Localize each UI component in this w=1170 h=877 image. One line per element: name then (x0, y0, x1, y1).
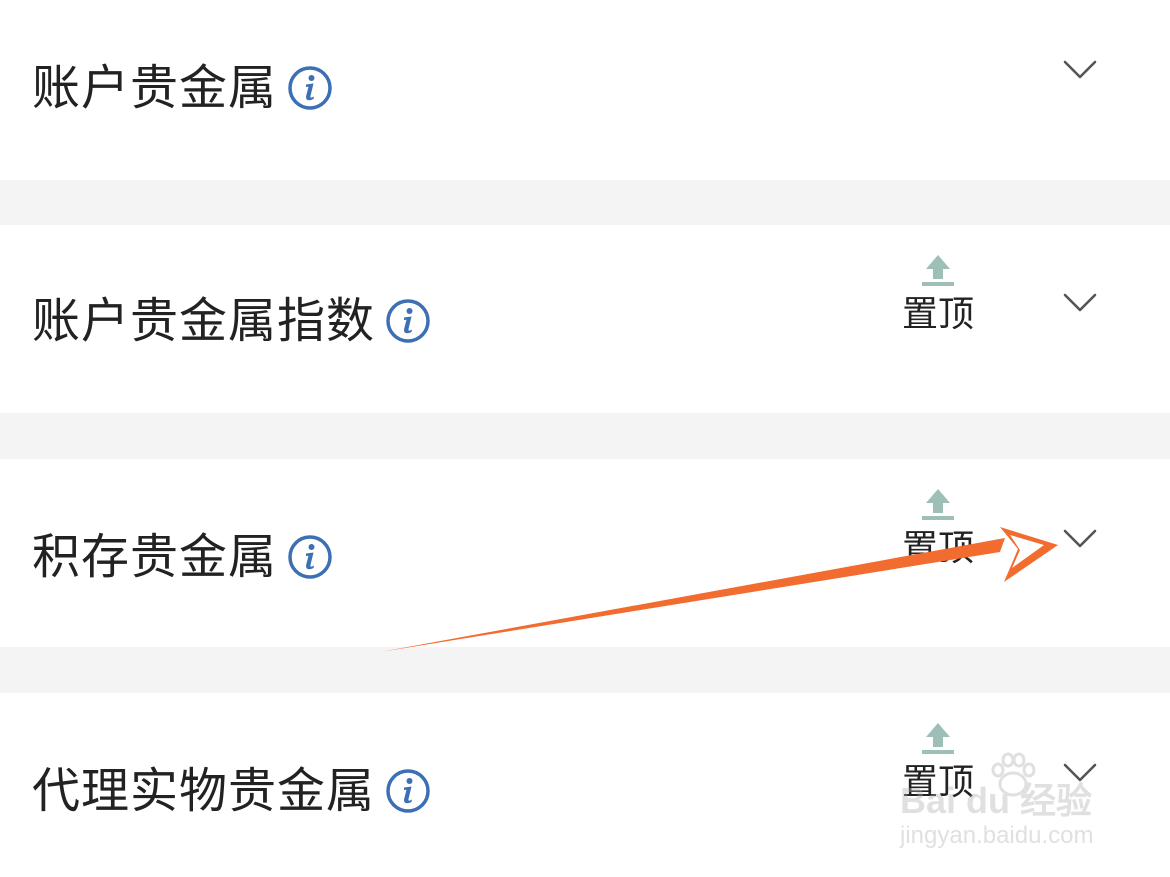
pin-to-top-icon (920, 721, 956, 755)
pin-to-top-button[interactable]: 置顶 (896, 253, 980, 343)
info-icon[interactable] (385, 768, 431, 814)
info-icon[interactable] (287, 534, 333, 580)
info-icon[interactable] (385, 298, 431, 344)
item-title: 代理实物贵金属 (32, 763, 376, 819)
item-title-row: 代理实物贵金属 (32, 761, 431, 821)
list-item-accumulated-precious-metal[interactable]: 积存贵金属 置顶 (0, 459, 1170, 647)
chevron-down-icon[interactable] (1062, 761, 1098, 785)
chevron-down-icon[interactable] (1062, 58, 1098, 82)
item-title: 积存贵金属 (32, 529, 278, 585)
item-title-row: 账户贵金属指数 (32, 291, 431, 351)
info-icon[interactable] (287, 65, 333, 111)
item-title: 账户贵金属指数 (32, 293, 376, 349)
item-title-row: 积存贵金属 (32, 527, 333, 587)
pin-label: 置顶 (901, 294, 974, 335)
precious-metal-list: 账户贵金属 账户贵金属指数 置顶 积存贵金属 置顶 代理实物贵金属 置顶 Bai… (0, 0, 1170, 877)
chevron-down-icon[interactable] (1062, 291, 1098, 315)
list-item-account-precious-metal-index[interactable]: 账户贵金属指数 置顶 (0, 225, 1170, 413)
list-item-account-precious-metal[interactable]: 账户贵金属 (0, 0, 1170, 180)
list-item-agency-physical-precious-metal[interactable]: 代理实物贵金属 置顶 (0, 693, 1170, 877)
pin-to-top-button[interactable]: 置顶 (896, 721, 980, 811)
pin-to-top-button[interactable]: 置顶 (896, 487, 980, 577)
pin-to-top-icon (920, 487, 956, 521)
pin-to-top-icon (920, 253, 956, 287)
item-title: 账户贵金属 (32, 60, 278, 116)
item-title-row: 账户贵金属 (32, 58, 333, 118)
chevron-down-icon[interactable] (1062, 527, 1098, 551)
pin-label: 置顶 (901, 762, 974, 803)
pin-label: 置顶 (901, 528, 974, 569)
